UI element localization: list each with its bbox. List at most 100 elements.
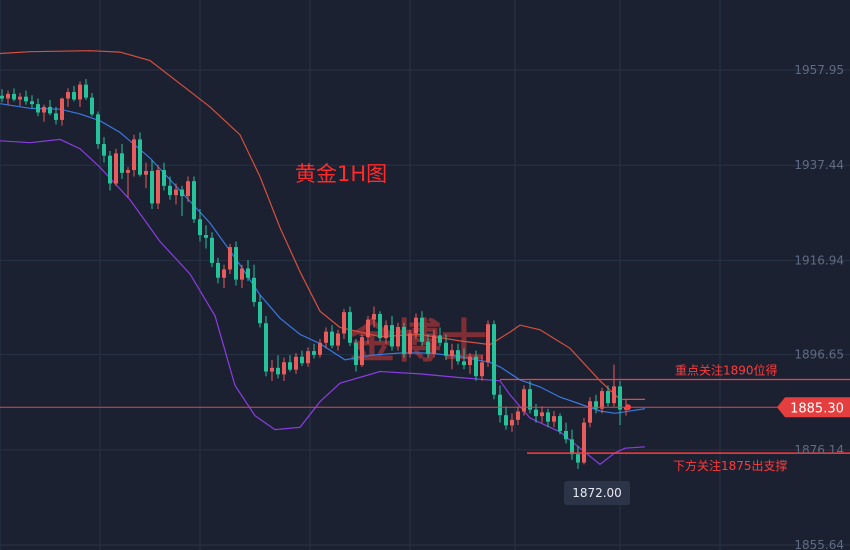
candle-body [510,419,514,426]
candle-body [444,342,448,356]
candle-body [138,139,142,175]
candle [546,408,550,428]
candle-body [102,144,106,156]
candle-body [24,96,28,102]
y-tick-label: 1937.44 [794,158,844,172]
candle [276,355,280,379]
candle-body [312,351,316,355]
candle-body [156,170,160,204]
candle-body [66,92,70,99]
candle-body [174,189,178,196]
candle-body [162,170,166,186]
candle [252,264,256,307]
candle-body [588,401,592,423]
candle-body [504,415,508,426]
candle-body [360,337,364,366]
candle-body [210,237,214,263]
current-price-tag: 1885.30 [777,397,850,418]
candle-body [378,313,382,339]
candle-body [72,92,76,100]
candle [522,385,526,416]
candle [570,429,574,460]
candle-body [606,391,610,404]
candle [126,167,130,198]
candle [162,162,166,191]
candle [510,413,514,432]
candle-body [6,93,10,99]
y-tick-label: 1957.95 [794,63,844,77]
candle-body [168,185,172,196]
candle [618,380,622,425]
candle-body [522,389,526,412]
candle-body [234,247,238,280]
candle [288,355,292,372]
candle [216,257,220,284]
candle [156,164,160,210]
candle [498,385,502,423]
candle-body [438,335,442,343]
current-price-value: 1885.30 [790,401,844,416]
candle-body [540,412,544,417]
candle-body [132,139,136,171]
candle-body [558,416,562,431]
candle-body [198,219,202,236]
candle [282,357,286,381]
y-tick-label: 1896.65 [794,348,844,362]
candle [318,339,322,358]
candle [84,79,88,100]
candle-body [402,326,406,354]
candle-body [282,362,286,375]
candle-body [396,326,400,347]
candle-body [54,113,58,120]
candle-body [48,106,52,114]
candle [378,311,382,342]
candle [264,315,268,377]
candle-body [414,317,418,334]
candle-body [390,325,394,347]
candle-body [486,324,490,363]
candle-body [126,170,130,173]
candle-body [258,301,262,324]
candle-body [570,439,574,455]
candle-body [618,386,622,410]
candle [516,406,520,425]
candle-body [246,268,250,278]
candle [90,92,94,117]
candle-body [276,367,280,375]
candle [114,148,118,186]
current-price-dot [625,404,631,411]
candle [66,88,70,107]
candle [240,264,244,288]
candle-body [576,454,580,463]
candles [0,79,628,470]
candle [210,232,214,268]
candle [600,387,604,414]
support-label: 下方关注1875出支撑 [673,458,788,473]
candle [330,325,334,349]
candle-body [84,84,88,98]
candle [228,243,232,275]
middle-band-line [0,103,646,414]
candle [60,97,64,126]
candle-body [228,247,232,270]
candle [96,111,100,149]
candle-body [318,342,322,355]
candle-body [324,331,328,343]
candlestick-chart: 黄金1H图 金博士 重点关注1890位得 下方关注1875出支撑 1872.00 1… [0,0,850,550]
candle-body [252,277,256,302]
candle [24,90,28,105]
candle-body [144,170,148,175]
annotation-levels: 重点关注1890位得下方关注1875出支撑 1872.00 [0,362,850,505]
candle-body [30,101,34,105]
candle [6,90,10,105]
candle-body [60,98,64,120]
candle [348,306,352,347]
candle-body [240,268,244,280]
candle-body [546,412,550,422]
candle-body [222,269,226,278]
candle-body [336,333,340,346]
candle-body [408,333,412,354]
candle [504,406,508,430]
candle-body [120,153,124,173]
candle-body [480,362,484,377]
